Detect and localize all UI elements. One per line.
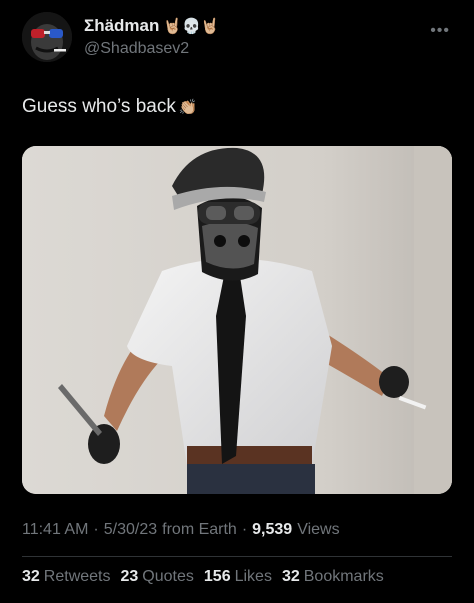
quotes-label: Quotes (142, 568, 194, 585)
more-horizontal-icon[interactable]: ••• (430, 22, 450, 40)
bookmarks-count: 32 (281, 568, 300, 585)
views-label: Views (297, 521, 340, 538)
meta-separator: · (241, 521, 248, 538)
tweet-text: Guess who’s back 👏🏼 (22, 96, 198, 118)
author-handle[interactable]: @Shadbasev2 (84, 40, 189, 58)
quotes-count: 23 (120, 568, 139, 585)
author-name-emojis: 🤘🏼💀🤘🏼 (163, 16, 220, 35)
author-display-name[interactable]: Σhädman (84, 16, 159, 36)
author-name-row[interactable]: Σhädman 🤘🏼💀🤘🏼 (84, 16, 219, 36)
likes-count: 156 (203, 568, 231, 585)
clapping-hands-icon: 👏🏼 (178, 97, 198, 116)
retweets-count: 32 (22, 568, 40, 585)
likes-stat[interactable]: 156 Likes (204, 568, 272, 586)
tweet-meta: 11:41 AM · 5/30/23 from Earth · 9,539 Vi… (22, 521, 340, 539)
likes-label: Likes (234, 568, 272, 585)
retweets-stat[interactable]: 32 Retweets (22, 568, 111, 586)
views-count: 9,539 (252, 521, 293, 538)
quotes-stat[interactable]: 23 Quotes (121, 568, 194, 586)
tweet-media-image[interactable] (22, 146, 452, 494)
bookmarks-label: Bookmarks (303, 568, 384, 585)
divider (22, 556, 452, 557)
photo (22, 146, 452, 494)
bookmarks-stat[interactable]: 32 Bookmarks (282, 568, 384, 586)
avatar[interactable] (22, 12, 72, 62)
tweet-text-content: Guess who’s back (22, 96, 176, 117)
tweet-time[interactable]: 11:41 AM (22, 521, 88, 539)
retweets-label: Retweets (43, 568, 111, 585)
meta-separator: · (93, 521, 99, 538)
tweet-date[interactable]: 5/30/23 (104, 521, 157, 539)
avatar-image (22, 12, 72, 62)
tweet-source: from Earth (162, 521, 237, 538)
engagement-stats: 32 Retweets 23 Quotes 156 Likes 32 Bookm… (22, 568, 384, 586)
